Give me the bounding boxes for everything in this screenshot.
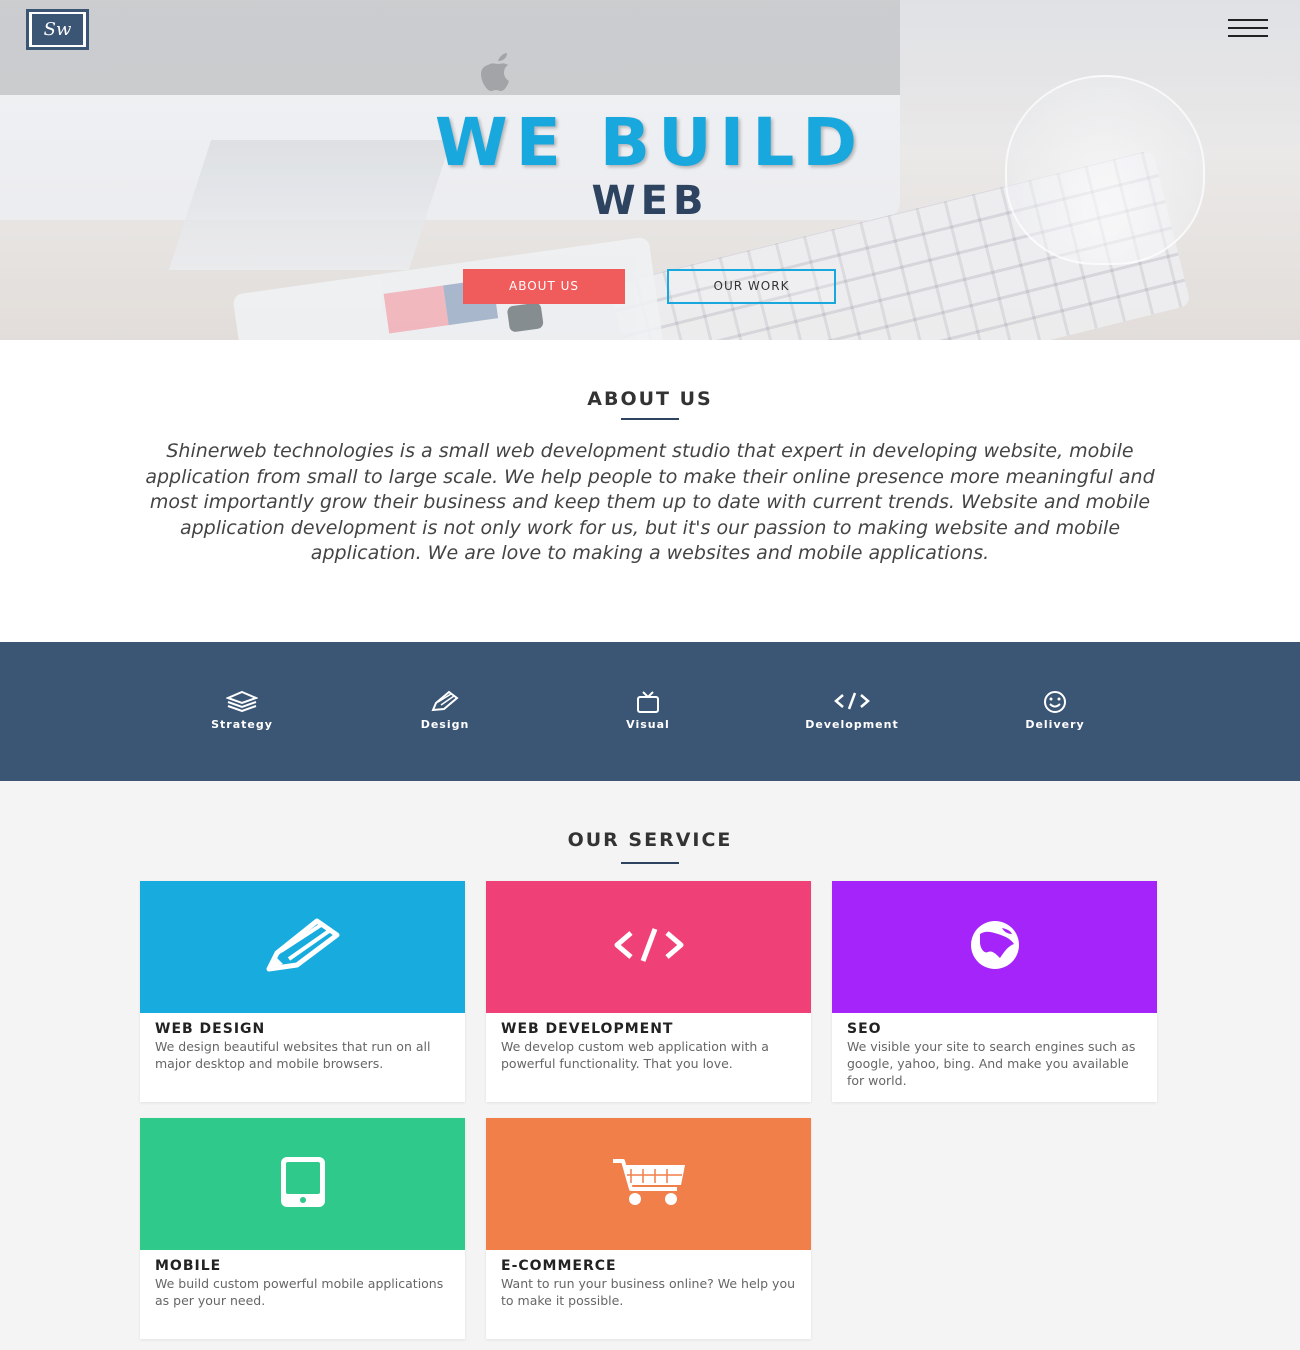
service-card-banner [832, 881, 1157, 1013]
about-heading: ABOUT US [587, 388, 713, 410]
service-card-banner [486, 1118, 811, 1250]
service-card-text: We develop custom web application with a… [501, 1039, 769, 1071]
hamburger-menu-icon[interactable] [1228, 19, 1268, 39]
about-us-button[interactable]: ABOUT US [463, 269, 625, 304]
process-item-development[interactable]: Development [787, 690, 917, 731]
service-heading-underline [621, 862, 679, 864]
process-item-visual[interactable]: Visual [583, 690, 713, 731]
service-card-banner [486, 881, 811, 1013]
service-section: OUR SERVICE WEB DESIGN We design beautif… [0, 781, 1300, 1350]
service-card-title: E-COMMERCE [501, 1258, 617, 1274]
service-card-banner [140, 1118, 465, 1250]
tv-icon [583, 690, 713, 714]
about-body-text: Shinerweb technologies is a small web de… [145, 440, 1155, 564]
globe-icon [958, 918, 1032, 976]
process-label: Delivery [1025, 718, 1085, 731]
service-card-title: MOBILE [155, 1258, 222, 1274]
service-card-title: WEB DEVELOPMENT [501, 1021, 674, 1037]
service-card-web-design[interactable]: WEB DESIGN We design beautiful websites … [140, 881, 465, 1102]
process-item-delivery[interactable]: Delivery [990, 690, 1120, 731]
service-heading: OUR SERVICE [567, 829, 733, 851]
service-card-web-development[interactable]: WEB DEVELOPMENT We develop custom web ap… [486, 881, 811, 1102]
hero-title: WE BUILD [434, 104, 866, 181]
smiley-icon [990, 690, 1120, 714]
hero-section: Sw WE BUILD WEB ABOUT US OUR WORK [0, 0, 1300, 340]
about-heading-underline [621, 418, 679, 420]
service-card-title: SEO [847, 1021, 882, 1037]
service-card-text: We design beautiful websites that run on… [155, 1039, 431, 1071]
process-bar: Strategy Design Visual Development Deliv… [0, 642, 1300, 781]
process-label: Strategy [211, 718, 273, 731]
service-card-banner [140, 881, 465, 1013]
service-card-e-commerce[interactable]: E-COMMERCE Want to run your business onl… [486, 1118, 811, 1339]
service-card-text: We build custom powerful mobile applicat… [155, 1276, 444, 1308]
site-logo[interactable]: Sw [26, 9, 89, 50]
service-card-seo[interactable]: SEO We visible your site to search engin… [832, 881, 1157, 1102]
service-card-text: Want to run your business online? We hel… [501, 1276, 796, 1308]
logo-text: Sw [32, 14, 83, 45]
mobile-icon [280, 1157, 326, 1211]
process-label: Design [420, 718, 470, 731]
hero-subtitle: WEB [591, 178, 709, 224]
pencil-icon [380, 690, 510, 714]
process-label: Development [805, 718, 899, 731]
code-icon [613, 927, 685, 967]
service-card-title: WEB DESIGN [155, 1021, 266, 1037]
pencil-icon [265, 917, 341, 977]
process-item-design[interactable]: Design [380, 690, 510, 731]
process-label: Visual [626, 718, 670, 731]
cart-icon [609, 1157, 689, 1211]
about-section: ABOUT US Shinerweb technologies is a sma… [0, 340, 1300, 642]
layers-icon [177, 690, 307, 714]
service-card-mobile[interactable]: MOBILE We build custom powerful mobile a… [140, 1118, 465, 1339]
our-work-button[interactable]: OUR WORK [667, 269, 836, 304]
service-card-text: We visible your site to search engines s… [847, 1039, 1136, 1088]
process-item-strategy[interactable]: Strategy [177, 690, 307, 731]
code-icon [787, 690, 917, 714]
